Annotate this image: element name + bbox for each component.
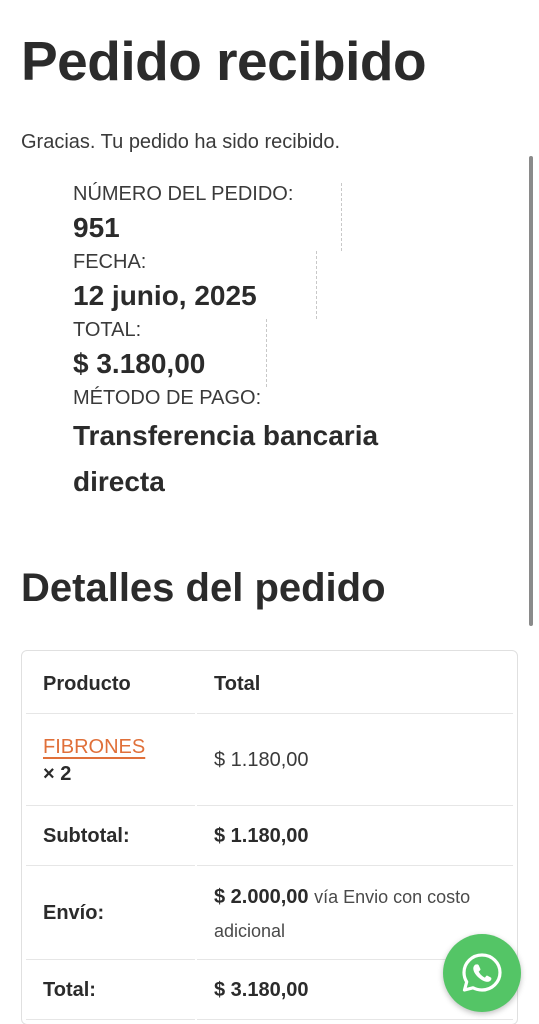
table-row: Subtotal: $ 1.180,00 [26,808,513,866]
total-row-label: Total: [26,962,195,1020]
header-product: Producto [26,655,195,714]
total-value: $ 3.180,00 [73,348,206,379]
table-row: FIBRONES × 2 $ 1.180,00 [26,716,513,806]
total-label: TOTAL: [73,319,142,341]
page-title: Pedido recibido [21,30,427,92]
product-quantity: × 2 [43,762,72,785]
product-total: $ 1.180,00 [197,716,513,806]
date-label: FECHA: [73,251,147,273]
overview-divider [266,319,267,387]
order-number-value: 951 [73,212,120,243]
table-row: Total: $ 3.180,00 [26,962,513,1020]
overview-divider [341,183,342,251]
payment-method-value: Transferencia bancaria directa [73,420,379,497]
shipping-value: $ 2.000,00 [214,885,309,908]
table-header-row: Producto Total [26,655,513,714]
overview-divider [316,251,317,319]
order-overview: NÚMERO DEL PEDIDO: 951 FECHA: 12 junio, … [73,180,473,505]
order-received-page: Pedido recibido Gracias. Tu pedido ha si… [0,0,539,1024]
thanks-message: Gracias. Tu pedido ha sido recibido. [21,131,341,153]
shipping-label: Envío: [26,868,195,960]
product-cell: FIBRONES × 2 [26,716,195,806]
date-value: 12 junio, 2025 [73,280,257,311]
subtotal-value: $ 1.180,00 [197,808,513,866]
order-details-title: Detalles del pedido [21,566,386,610]
header-total: Total [197,655,513,714]
product-link[interactable]: FIBRONES [43,736,145,758]
whatsapp-button[interactable] [443,934,521,1012]
whatsapp-icon [462,953,502,992]
payment-method-label: MÉTODO DE PAGO: [73,387,262,409]
subtotal-label: Subtotal: [26,808,195,866]
table-row: Envío: $ 2.000,00 vía Envio con costo ad… [26,868,513,960]
scrollbar[interactable] [529,156,533,626]
order-number-label: NÚMERO DEL PEDIDO: [73,183,294,205]
